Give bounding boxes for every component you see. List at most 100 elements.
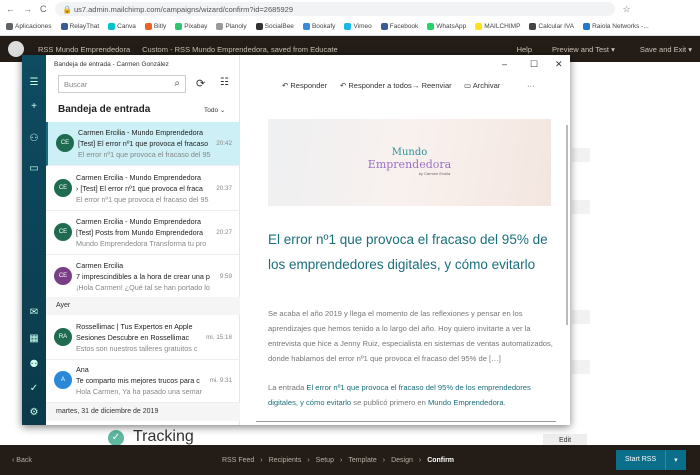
bookmark-item[interactable]: RelayThat xyxy=(60,22,99,30)
menu-icon[interactable]: ☰ xyxy=(22,77,46,88)
email-subject: Te comparto mis mejores trucos para c xyxy=(76,376,200,385)
email-sender: Carmen Ercilia xyxy=(76,261,124,270)
avatar: RA xyxy=(54,328,72,346)
bookmark-icon xyxy=(427,22,435,30)
avatar: CE xyxy=(56,134,74,152)
forward-button[interactable]: → Reenviar xyxy=(412,81,452,90)
wizard-step[interactable]: Template xyxy=(348,457,376,464)
bookmark-item[interactable]: Aplicaciones xyxy=(6,22,52,30)
article-title-link[interactable]: El error nº1 que provoca el fracaso del … xyxy=(268,227,548,277)
chevron-right-icon: › xyxy=(339,456,343,464)
bookmark-item[interactable]: Bookafy xyxy=(302,22,335,30)
wizard-step[interactable]: Setup xyxy=(316,457,334,464)
email-list-item[interactable]: CE Carmen Ercilia - Mundo Emprendedora [Te… xyxy=(46,211,240,255)
url-text: us7.admin.mailchimp.com/campaigns/wizard… xyxy=(73,4,294,14)
close-button[interactable]: ✕ xyxy=(555,59,563,70)
email-sender: Carmen Ercilia - Mundo Emprendedora xyxy=(76,217,202,226)
bookmark-icon xyxy=(302,22,310,30)
calendar-icon[interactable]: ▦ xyxy=(22,333,46,344)
bookmark-icon xyxy=(344,22,352,30)
bookmark-label: Pixabay xyxy=(184,23,208,31)
email-list-item[interactable]: CE Carmen Ercilia - Mundo Emprendedora [Te… xyxy=(46,122,240,166)
url-field[interactable]: 🔒 us7.admin.mailchimp.com/campaigns/wiza… xyxy=(54,2,615,16)
star-icon[interactable]: ☆ xyxy=(623,4,631,15)
bookmark-label: SocialBee xyxy=(264,23,294,31)
avatar: CE xyxy=(54,179,72,197)
footer-site-link[interactable]: Mundo Emprendedora xyxy=(428,398,504,407)
bookmark-icon xyxy=(216,22,224,30)
bookmark-item[interactable]: Pixabay xyxy=(175,22,208,31)
bookmark-icon xyxy=(144,22,152,30)
email-list-item[interactable]: RA Rossellimac | Tus Expertos en Apple Ses… xyxy=(46,316,240,360)
email-list-item[interactable]: CE Carmen Ercilia - Mundo Emprendedora › [… xyxy=(46,167,240,211)
help-link[interactable]: Help xyxy=(517,45,532,54)
save-exit-button[interactable]: Save and Exit ▾ xyxy=(640,45,692,54)
maximize-button[interactable]: ☐ xyxy=(530,59,538,70)
filter-dropdown[interactable]: Todo ⌄ xyxy=(204,106,225,114)
more-button[interactable]: ··· xyxy=(527,81,535,90)
bookmark-label: Calcular IVA xyxy=(538,23,575,31)
wizard-step[interactable]: RSS Feed xyxy=(222,457,254,464)
email-list-item[interactable]: A Ana Te comparto mis mejores trucos para … xyxy=(46,359,240,403)
chevron-down-icon: ⌄ xyxy=(219,107,226,114)
account-icon[interactable]: ⚇ xyxy=(22,133,46,144)
wizard-step[interactable]: Design xyxy=(391,457,413,464)
email-time: 20:42 xyxy=(216,140,232,147)
forward-label: Reenviar xyxy=(421,81,452,90)
template-name: Custom - RSS Mundo Emprendedora, saved f… xyxy=(142,44,338,54)
bookmark-item[interactable]: Planoly xyxy=(216,22,247,30)
email-sender: Rossellimac | Tus Expertos en Apple xyxy=(76,322,193,331)
bookmark-item[interactable]: Bitly xyxy=(144,22,166,30)
bookmark-icon xyxy=(529,22,537,30)
start-rss-button[interactable]: Start RSS xyxy=(616,450,667,470)
bookmark-icon xyxy=(6,22,13,30)
reply-all-button[interactable]: ↶ Responder a todos xyxy=(340,81,412,90)
logo-line1: Mundo xyxy=(391,147,428,158)
article-excerpt: Se acaba el año 2019 y llega el momento … xyxy=(268,309,553,363)
bookmark-item[interactable]: WhatsApp xyxy=(427,22,466,30)
email-subject: › [Test] El error nº1 que provoca el fra… xyxy=(76,184,203,193)
filter-list-icon[interactable]: ☷ xyxy=(220,77,229,88)
sync-icon[interactable]: ⟳ xyxy=(196,77,205,90)
bookmark-item[interactable]: Canva xyxy=(108,22,136,30)
date-group-header: Ayer xyxy=(46,297,240,315)
minimize-button[interactable]: – xyxy=(502,59,507,69)
scrollbar[interactable] xyxy=(566,125,568,325)
archive-button[interactable]: ▭ Archivar xyxy=(464,81,500,90)
folder-icon[interactable]: ▭ xyxy=(22,163,46,174)
search-icon[interactable]: ⌕ xyxy=(174,78,180,89)
bookmark-item[interactable]: MAILCHIMP xyxy=(475,22,520,30)
email-sender: Carmen Ercilia - Mundo Emprendedora xyxy=(76,173,202,182)
email-time: 9:59 xyxy=(219,273,232,280)
new-mail-icon[interactable]: + xyxy=(22,101,46,112)
bookmark-item[interactable]: SocialBee xyxy=(255,22,294,31)
mail-icon[interactable]: ✉ xyxy=(22,307,46,318)
todo-icon[interactable]: ✓ xyxy=(22,383,46,394)
message-list-pane: Bandeja de entrada - Carmen González Bus… xyxy=(46,55,240,425)
bookmark-item[interactable]: Facebook xyxy=(380,22,418,30)
search-box[interactable]: Buscar ⌕ xyxy=(58,75,186,93)
logo-line2: Emprendedora xyxy=(367,158,452,171)
bookmark-item[interactable]: Calcular IVA xyxy=(529,22,575,31)
email-sender: Ana xyxy=(76,365,89,374)
back-button[interactable]: ‹ Back xyxy=(12,457,32,464)
wizard-step[interactable]: Confirm xyxy=(427,457,454,464)
email-subject: 7 imprescindibles a la hora de crear una… xyxy=(76,272,210,281)
footer-mid: se publicó primero en xyxy=(351,398,428,407)
bookmark-item[interactable]: Raiola Networks -... xyxy=(583,22,649,30)
bookmark-icon xyxy=(60,22,68,30)
back-icon[interactable]: ← xyxy=(6,4,15,14)
lock-icon: 🔒 xyxy=(62,4,74,14)
people-icon[interactable]: ⚉ xyxy=(22,359,46,370)
forward-icon[interactable]: → xyxy=(23,4,32,14)
email-subject: [Test] Posts from Mundo Emprendedora xyxy=(76,228,204,237)
start-rss-dropdown[interactable]: ▾ xyxy=(666,450,686,470)
wizard-step[interactable]: Recipients xyxy=(269,457,302,464)
folder-heading: Bandeja de entrada xyxy=(58,104,151,115)
bookmark-item[interactable]: Vimeo xyxy=(344,22,372,30)
preview-test-button[interactable]: Preview and Test ▾ xyxy=(552,45,615,54)
email-list-item[interactable]: CE Carmen Ercilia 7 imprescindibles a la h… xyxy=(46,255,240,299)
reply-button[interactable]: ↶ Responder xyxy=(282,81,327,90)
reload-icon[interactable]: C xyxy=(40,4,47,14)
settings-icon[interactable]: ⚙ xyxy=(22,407,46,418)
